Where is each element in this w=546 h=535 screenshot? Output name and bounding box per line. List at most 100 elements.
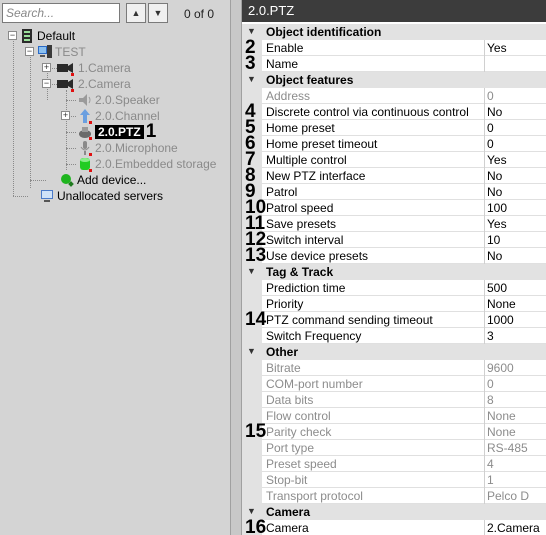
tree-node-label: Unallocated servers	[57, 189, 164, 203]
tree-node-unallocated-servers[interactable]: Unallocated servers	[40, 188, 163, 204]
tree-node-speaker[interactable]: 2.0.Speaker	[78, 92, 160, 108]
tree-node-camera-1[interactable]: 1.Camera	[57, 60, 131, 76]
previous-result-button[interactable]: ▲	[126, 3, 146, 23]
add-device-icon	[60, 173, 74, 187]
property-row-switch-interval[interactable]: 12 Switch interval 10	[242, 230, 546, 249]
callout-marker: 13	[245, 245, 267, 266]
property-value[interactable]: 2.Camera	[487, 521, 540, 535]
chevron-down-icon[interactable]: ▼	[247, 506, 256, 516]
expand-toggle-camera-1[interactable]: +	[42, 63, 51, 72]
chevron-down-icon[interactable]: ▼	[247, 266, 256, 276]
category-object-features[interactable]: ▼ Object features	[242, 72, 546, 88]
collapse-toggle-default[interactable]: −	[8, 31, 17, 40]
property-row-priority[interactable]: Priority None	[242, 296, 546, 312]
property-value[interactable]: 1000	[487, 313, 514, 327]
tree-node-label: TEST	[55, 45, 86, 59]
property-row-discrete-control-via-continuous-control[interactable]: 4 Discrete control via continuous control…	[242, 102, 546, 121]
property-value: 9600	[487, 361, 514, 375]
property-value[interactable]: 10	[487, 233, 500, 247]
property-value[interactable]: 0	[487, 137, 494, 151]
camera-icon	[57, 61, 73, 75]
pane-splitter[interactable]	[230, 0, 242, 535]
tree-node-default[interactable]: Default	[20, 28, 75, 44]
property-row-name[interactable]: 3 Name	[242, 53, 546, 74]
collapse-toggle-camera-2[interactable]: −	[42, 79, 51, 88]
category-other[interactable]: ▼ Other	[242, 344, 546, 360]
property-value[interactable]: No	[487, 169, 502, 183]
category-tag-track[interactable]: ▼ Tag & Track	[242, 264, 546, 280]
property-row-prediction-time[interactable]: Prediction time 500	[242, 280, 546, 296]
chevron-down-icon[interactable]: ▼	[247, 26, 256, 36]
property-value[interactable]: None	[487, 297, 516, 311]
chevron-down-icon[interactable]: ▼	[247, 74, 256, 84]
property-row-data-bits[interactable]: Data bits 8	[242, 392, 546, 408]
next-result-button[interactable]: ▼	[148, 3, 168, 23]
callout-marker: 14	[245, 309, 267, 330]
tree-node-test[interactable]: TEST	[38, 44, 86, 60]
property-row-address[interactable]: Address 0	[242, 88, 546, 104]
property-row-patrol-speed[interactable]: 10 Patrol speed 100	[242, 198, 546, 217]
property-value[interactable]: No	[487, 105, 502, 119]
search-input[interactable]	[2, 3, 120, 23]
property-row-camera[interactable]: 16 Camera 2.Camera	[242, 518, 546, 535]
tree-node-camera-2[interactable]: 2.Camera	[57, 76, 131, 92]
property-row-flow-control[interactable]: Flow control None	[242, 408, 546, 424]
property-row-preset-speed[interactable]: Preset speed 4	[242, 456, 546, 472]
property-value[interactable]: 100	[487, 201, 507, 215]
search-result-counter: 0 of 0	[184, 7, 215, 21]
property-row-transport-protocol[interactable]: Transport protocol Pelco D	[242, 488, 546, 504]
property-value: None	[487, 409, 516, 423]
property-row-parity-check[interactable]: 15 Parity check None	[242, 422, 546, 441]
callout-marker: 3	[245, 53, 256, 74]
property-row-new-ptz-interface[interactable]: 8 New PTZ interface No	[242, 166, 546, 185]
property-value[interactable]: Yes	[487, 41, 507, 55]
property-row-home-preset-timeout[interactable]: 6 Home preset timeout 0	[242, 134, 546, 153]
tree-node-ptz[interactable]: 2.0.PTZ 1	[78, 122, 156, 141]
tree-node-label: 2.0.Embedded storage	[95, 157, 217, 171]
property-value: 4	[487, 457, 494, 471]
collapse-toggle-test[interactable]: −	[25, 47, 34, 56]
property-value[interactable]: No	[487, 249, 502, 263]
property-name: Patrol	[266, 185, 298, 199]
property-row-switch-frequency[interactable]: Switch Frequency 3	[242, 328, 546, 344]
category-label: Camera	[266, 505, 311, 519]
property-name: Priority	[266, 297, 304, 311]
property-value[interactable]: 0	[487, 121, 494, 135]
property-row-com-port-number[interactable]: COM-port number 0	[242, 376, 546, 392]
property-name: Stop-bit	[266, 473, 308, 487]
property-name: PTZ command sending timeout	[266, 313, 433, 327]
property-name: Switch Frequency	[266, 329, 362, 343]
property-value[interactable]: Yes	[487, 153, 507, 167]
search-bar: ▲ ▼ 0 of 0	[0, 0, 230, 28]
category-object-identification[interactable]: ▼ Object identification	[242, 24, 546, 40]
property-name: Discrete control via continuous control	[266, 105, 469, 119]
tree-node-label: Default	[37, 29, 76, 43]
property-value[interactable]: No	[487, 185, 502, 199]
chevron-down-icon[interactable]: ▼	[247, 346, 256, 356]
property-row-home-preset[interactable]: 5 Home preset 0	[242, 118, 546, 137]
property-value[interactable]: 3	[487, 329, 494, 343]
property-name: Preset speed	[266, 457, 337, 471]
add-device-item[interactable]: Add device...	[60, 172, 146, 188]
property-row-bitrate[interactable]: Bitrate 9600	[242, 360, 546, 376]
property-name: Use device presets	[266, 249, 369, 263]
property-name: Home preset timeout	[266, 137, 378, 151]
property-name: Transport protocol	[266, 489, 363, 503]
property-value[interactable]: 500	[487, 281, 507, 295]
property-row-port-type[interactable]: Port type RS-485	[242, 440, 546, 456]
property-grid: ▼ Object identification 2 Enable Yes 3 Name ▼ Ob…	[242, 24, 546, 535]
property-row-enable[interactable]: 2 Enable Yes	[242, 38, 546, 57]
property-name: Parity check	[266, 425, 332, 439]
property-row-save-presets[interactable]: 11 Save presets Yes	[242, 214, 546, 233]
property-row-use-device-presets[interactable]: 13 Use device presets No	[242, 245, 546, 266]
property-row-patrol[interactable]: 9 Patrol No	[242, 182, 546, 201]
tree-node-microphone[interactable]: 2.0.Microphone	[78, 140, 178, 156]
property-value: RS-485	[487, 441, 528, 455]
property-value[interactable]: Yes	[487, 217, 507, 231]
property-row-ptz-command-sending-timeout[interactable]: 14 PTZ command sending timeout 1000	[242, 309, 546, 330]
expand-toggle-channel[interactable]: +	[61, 111, 70, 120]
tree-node-embedded-storage[interactable]: 2.0.Embedded storage	[78, 156, 216, 172]
category-camera[interactable]: ▼ Camera	[242, 504, 546, 520]
property-row-stop-bit[interactable]: Stop-bit 1	[242, 472, 546, 488]
property-row-multiple-control[interactable]: 7 Multiple control Yes	[242, 150, 546, 169]
